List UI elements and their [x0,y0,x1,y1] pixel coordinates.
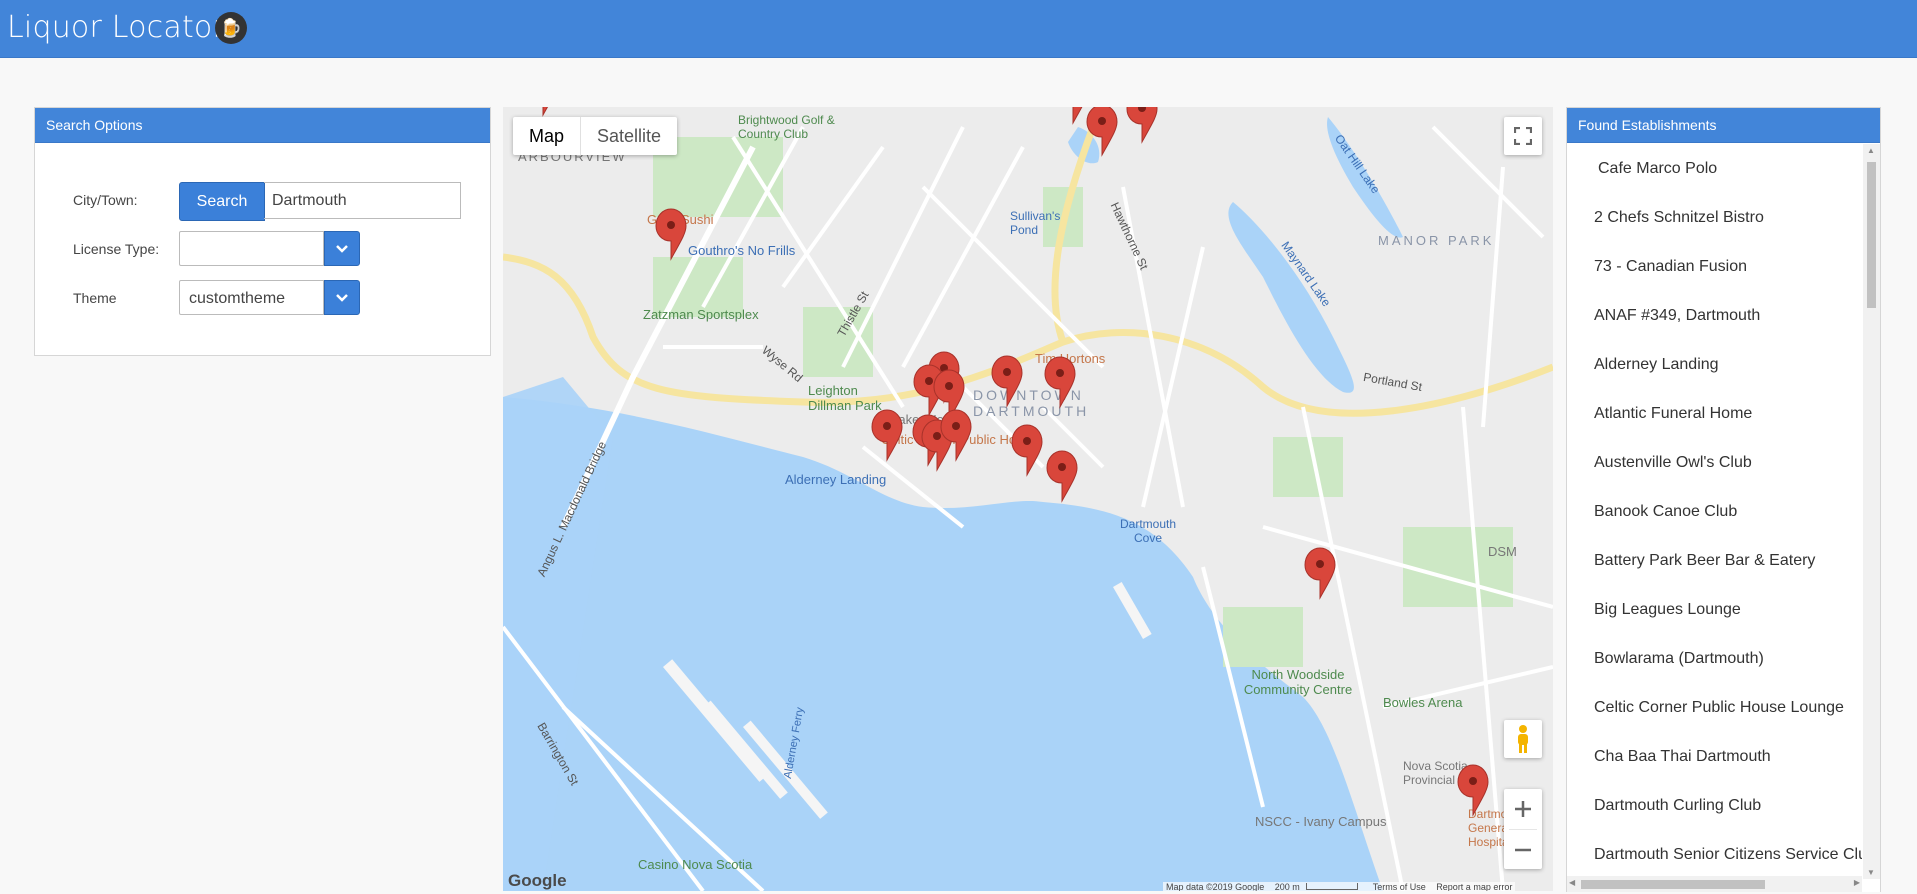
fullscreen-icon [1514,127,1532,145]
minus-icon [1515,848,1531,851]
city-label: City/Town: [73,192,138,208]
beer-mug-icon: 🍺 [215,12,247,44]
map-label-sullivans-pond: Sullivan's Pond [1010,209,1061,237]
map-poi-provincial-court[interactable]: Nova Scotia Provincial Court [1403,759,1513,787]
report-error-link[interactable]: Report a map error [1436,882,1512,891]
list-item[interactable]: Dartmouth Curling Club [1567,781,1862,830]
license-type-select[interactable] [179,231,324,266]
map-poi-quaker-house[interactable]: Quaker House [881,412,965,427]
list-item[interactable]: ANAF #349, Dartmouth [1567,291,1862,340]
map-poi-zatzman-sportsplex[interactable]: Zatzman Sportsplex [643,307,759,322]
theme-dropdown-button[interactable] [324,280,360,315]
list-item[interactable]: Cafe Marco Polo [1567,144,1862,193]
map-label-manor-park: MANOR PARK [1378,233,1495,248]
list-item[interactable]: 2 Chefs Schnitzel Bistro [1567,193,1862,242]
list-horizontal-scroll-thumb[interactable] [1581,880,1765,889]
scroll-down-arrow-icon[interactable]: ▼ [1867,868,1875,877]
zoom-control [1504,789,1542,869]
license-dropdown-button[interactable] [324,231,360,266]
list-item[interactable]: Austenville Owl's Club [1567,438,1862,487]
map-poi-north-woodside[interactable]: North Woodside Community Centre [1233,667,1363,697]
search-button[interactable]: Search [179,182,265,221]
map-type-control: Map Satellite [513,117,678,155]
list-item[interactable]: Cha Baa Thai Dartmouth [1567,732,1862,781]
list-item[interactable]: Big Leagues Lounge [1567,585,1862,634]
map-poi-brightwood-golf[interactable]: Brightwood Golf & Country Club [738,113,848,141]
map-type-map-button[interactable]: Map [513,117,580,155]
map-poi-no-frills[interactable]: Gouthro's No Frills [688,243,795,258]
list-item[interactable]: Atlantic Funeral Home [1567,389,1862,438]
scroll-up-arrow-icon[interactable]: ▲ [1867,146,1875,155]
license-type-label: License Type: [73,241,160,257]
app-header: Liquor Locator 🍺 [0,0,1917,58]
list-item[interactable]: Dartmouth Senior Citizens Service Club [1567,830,1862,879]
terms-link[interactable]: Terms of Use [1373,882,1426,891]
found-establishments-header: Found Establishments [1567,108,1880,143]
zoom-in-button[interactable] [1504,789,1542,829]
list-vertical-scroll-thumb[interactable] [1867,162,1876,308]
chevron-down-icon [336,244,348,253]
search-options-panel: Search Options City/Town: Search Dartmou… [34,107,491,356]
map-poi-alderney-landing[interactable]: Alderney Landing [785,472,886,487]
map-poi-casino[interactable]: Casino Nova Scotia [638,857,752,872]
street-view-pegman[interactable] [1504,720,1542,758]
scroll-left-arrow-icon[interactable]: ◀ [1569,878,1575,887]
plus-icon [1515,801,1531,817]
map-attribution: Map data ©2019 Google 200 m Terms of Use… [1163,882,1516,891]
app-title: Liquor Locator [7,10,226,45]
list-item[interactable]: Bowlarama (Dartmouth) [1567,634,1862,683]
list-item[interactable]: Alderney Landing [1567,340,1862,389]
map-view[interactable]: ARBOURVIEW Genji Sushi Gouthro's No Fril… [503,107,1553,891]
map-scale-text: 200 m [1274,882,1300,891]
scroll-right-arrow-icon[interactable]: ▶ [1854,878,1860,887]
chevron-down-icon [336,293,348,302]
search-options-header: Search Options [35,108,490,143]
city-input[interactable]: Dartmouth [264,182,461,219]
theme-label: Theme [73,290,117,306]
map-type-satellite-button[interactable]: Satellite [580,117,677,155]
map-poi-genji-sushi[interactable]: Genji Sushi [647,212,713,227]
map-poi-tim-hortons[interactable]: Tim Hortons [1035,351,1105,366]
theme-select[interactable]: customtheme [179,280,324,315]
list-vertical-scrollbar[interactable]: ▲ ▼ [1863,144,1880,879]
list-item[interactable]: Celtic Corner Public House Lounge [1567,683,1862,732]
map-label-dartmouth-cove: Dartmouth Cove [1119,517,1177,545]
map-poi-bowles-arena[interactable]: Bowles Arena [1383,695,1463,710]
fullscreen-button[interactable] [1504,117,1542,155]
list-horizontal-scrollbar[interactable]: ◀ ▶ [1567,876,1862,892]
map-poi-nscc-ivany[interactable]: NSCC - Ivany Campus [1255,814,1386,829]
pegman-icon [1518,725,1528,753]
list-item[interactable]: Banook Canoe Club [1567,487,1862,536]
list-item[interactable]: 73 - Canadian Fusion [1567,242,1862,291]
map-data-text: Map data ©2019 Google [1166,882,1265,891]
map-poi-celtic-corner[interactable]: Celtic Corner Public House [881,432,1037,447]
list-item[interactable]: Battery Park Beer Bar & Eatery [1567,536,1862,585]
found-establishments-panel: Found Establishments Cafe Marco Polo 2 C… [1566,107,1881,892]
map-label-downtown-dartmouth: DOWNTOWN DARTMOUTH [973,387,1090,419]
map-poi-leighton-dillman-park[interactable]: Leighton Dillman Park [808,383,888,413]
zoom-out-button[interactable] [1504,830,1542,869]
google-logo[interactable]: Google [508,871,567,891]
establishment-list[interactable]: Cafe Marco Polo 2 Chefs Schnitzel Bistro… [1567,144,1862,894]
map-poi-dsm[interactable]: DSM [1488,544,1517,559]
